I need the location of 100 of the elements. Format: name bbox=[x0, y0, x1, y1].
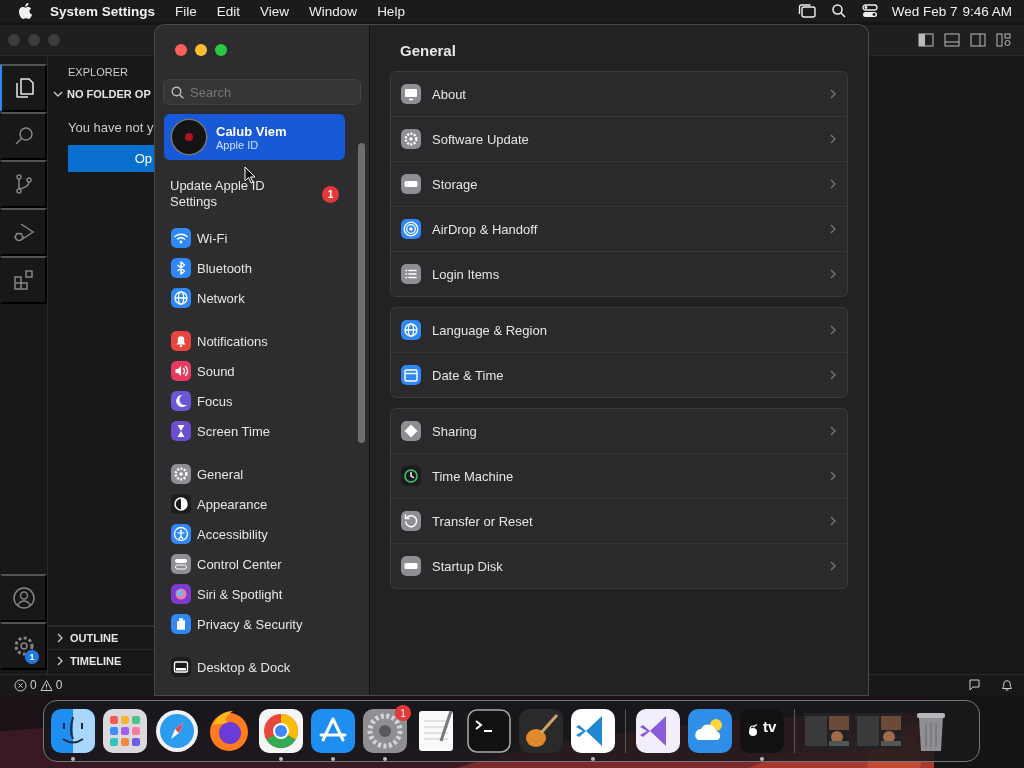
panel-toggle-icon[interactable] bbox=[944, 33, 960, 47]
row-label: AirDrop & Handoff bbox=[432, 221, 538, 237]
sidebar-label: Sound bbox=[197, 363, 235, 379]
sidebar-label: Desktop & Dock bbox=[197, 659, 291, 675]
sidebar-label: Notifications bbox=[197, 333, 268, 349]
chevron-icon bbox=[829, 134, 837, 144]
scrollbar[interactable] bbox=[358, 143, 365, 443]
row-label: Date & Time bbox=[432, 367, 504, 383]
row-label: Time Machine bbox=[432, 468, 514, 484]
apple-icon[interactable] bbox=[18, 3, 32, 19]
settings-row[interactable]: Login Items bbox=[391, 252, 847, 296]
sidebar-item[interactable]: General bbox=[163, 459, 347, 489]
page-title: General bbox=[399, 41, 457, 60]
row-label: Startup Disk bbox=[432, 558, 503, 574]
menu-time[interactable]: 9:46 AM bbox=[962, 3, 1012, 19]
settings-row[interactable]: Date & Time bbox=[391, 353, 847, 397]
chevron-icon bbox=[829, 89, 837, 99]
menu-date[interactable]: Wed Feb 7 bbox=[891, 3, 958, 19]
error-icon[interactable] bbox=[14, 678, 27, 692]
row-label: Transfer or Reset bbox=[432, 513, 533, 529]
app-menu[interactable]: System Settings bbox=[50, 3, 156, 19]
sidebar-item[interactable]: Wi-Fi bbox=[163, 223, 347, 253]
account-icon[interactable] bbox=[0, 574, 47, 622]
split-toggle-icon[interactable] bbox=[970, 33, 986, 47]
sidebar-label: Control Center bbox=[197, 556, 282, 572]
chevron-icon bbox=[829, 370, 837, 380]
update-item[interactable]: Update Apple ID Settings bbox=[170, 178, 300, 210]
menu-item[interactable]: File bbox=[175, 3, 197, 19]
menu-item[interactable]: View bbox=[260, 3, 290, 19]
settings-row[interactable]: Language & Region bbox=[391, 308, 847, 353]
panel-header[interactable]: TIMELINE bbox=[70, 655, 122, 667]
avatar-icon bbox=[170, 118, 208, 156]
explorer-message: You have not y bbox=[67, 119, 155, 135]
settings-row[interactable]: Sharing bbox=[391, 409, 847, 454]
explorer-title: EXPLORER bbox=[67, 65, 129, 80]
sidebar-label: General bbox=[197, 466, 244, 482]
menu-item[interactable]: Window bbox=[309, 3, 358, 19]
chevron-icon bbox=[829, 179, 837, 189]
close-button[interactable] bbox=[175, 44, 187, 56]
sidebar-item[interactable]: Accessibility bbox=[163, 519, 347, 549]
settings-row[interactable]: About bbox=[391, 72, 847, 117]
minimize-button[interactable] bbox=[195, 44, 207, 56]
sidebar-item[interactable]: Network bbox=[163, 283, 347, 313]
panel-header[interactable]: OUTLINE bbox=[70, 632, 119, 644]
sidebar-item[interactable]: Siri & Spotlight bbox=[163, 579, 347, 609]
files-icon[interactable] bbox=[0, 64, 47, 112]
chevron-icon bbox=[829, 269, 837, 279]
sidebar-label: Screen Time bbox=[197, 423, 270, 439]
search-icon bbox=[171, 86, 184, 99]
sidebar-item[interactable]: Bluetooth bbox=[163, 253, 347, 283]
sidebar-item[interactable]: Appearance bbox=[163, 489, 347, 519]
row-label: About bbox=[432, 86, 466, 102]
sidebar-toggle-icon[interactable] bbox=[918, 33, 934, 47]
sidebar-label: Wi-Fi bbox=[197, 230, 228, 246]
sidebar-label: Appearance bbox=[197, 496, 268, 512]
sidebar-item[interactable]: Focus bbox=[163, 386, 347, 416]
settings-row[interactable]: Startup Disk bbox=[391, 544, 847, 588]
layout-icon[interactable] bbox=[996, 33, 1012, 47]
row-label: Software Update bbox=[432, 131, 529, 147]
sidebar-item[interactable]: Sound bbox=[163, 356, 347, 386]
sidebar-label: Bluetooth bbox=[197, 260, 252, 276]
settings-row[interactable]: Software Update bbox=[391, 117, 847, 162]
sidebar-item[interactable]: Screen Time bbox=[163, 416, 347, 446]
menu-item[interactable]: Edit bbox=[216, 3, 241, 19]
sidebar-item[interactable]: Privacy & Security bbox=[163, 609, 347, 639]
menu-item[interactable]: Help bbox=[377, 3, 405, 19]
chevron-icon bbox=[829, 224, 837, 234]
warning-icon[interactable] bbox=[39, 678, 53, 692]
row-label: Login Items bbox=[432, 266, 500, 282]
windows-icon[interactable] bbox=[797, 4, 816, 18]
account-item[interactable]: Calub Viem Apple ID bbox=[164, 114, 345, 160]
feedback-icon[interactable] bbox=[968, 678, 982, 692]
branch-icon[interactable] bbox=[0, 160, 47, 208]
sidebar-label: Privacy & Security bbox=[197, 616, 303, 632]
sidebar-item[interactable]: Notifications bbox=[163, 326, 347, 356]
account-name: Calub Viem bbox=[216, 123, 287, 139]
bell-icon[interactable] bbox=[1000, 678, 1014, 692]
run-debug-icon[interactable] bbox=[0, 208, 47, 256]
chevron-icon bbox=[829, 325, 837, 335]
sidebar-item[interactable]: Control Center bbox=[163, 549, 347, 579]
control-center-icon[interactable] bbox=[861, 4, 878, 18]
chevron-icon bbox=[829, 516, 837, 526]
section-header[interactable]: NO FOLDER OP bbox=[67, 88, 151, 100]
search-icon[interactable] bbox=[831, 4, 846, 18]
chevron-icon bbox=[829, 561, 837, 571]
search-field[interactable]: Search bbox=[163, 79, 361, 105]
extensions-icon[interactable] bbox=[0, 256, 47, 304]
open-folder-button[interactable]: Op bbox=[68, 145, 154, 172]
settings-row[interactable]: Transfer or Reset bbox=[391, 499, 847, 544]
warning-count[interactable]: 0 bbox=[55, 678, 63, 692]
settings-row[interactable]: Time Machine bbox=[391, 454, 847, 499]
sidebar-item[interactable]: Desktop & Dock bbox=[163, 652, 347, 682]
zoom-button[interactable] bbox=[215, 44, 227, 56]
notification-badge: 1 bbox=[25, 650, 39, 664]
row-label: Storage bbox=[432, 176, 478, 192]
error-count[interactable]: 0 bbox=[30, 678, 37, 692]
sidebar-label: Siri & Spotlight bbox=[197, 586, 283, 602]
settings-row[interactable]: Storage bbox=[391, 162, 847, 207]
notification-badge: 1 bbox=[322, 185, 339, 203]
settings-row[interactable]: AirDrop & Handoff bbox=[391, 207, 847, 252]
